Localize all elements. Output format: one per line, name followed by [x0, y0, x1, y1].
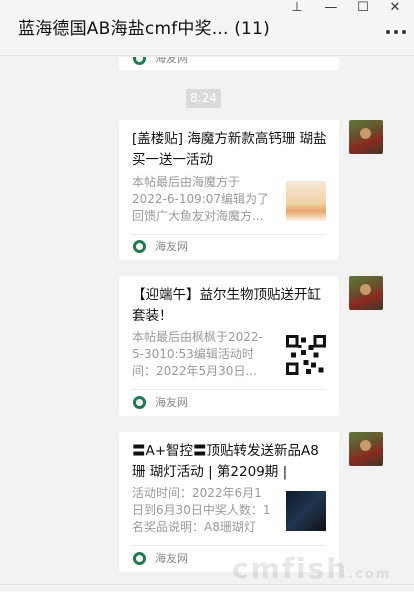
- avatar[interactable]: [349, 276, 383, 310]
- source-label: 海友网: [155, 240, 188, 253]
- source-icon: [133, 552, 146, 565]
- card-description: 本帖最后由海魔方于2022-6-109:07编辑为了回馈广大鱼友对海魔方...: [132, 175, 270, 223]
- chat-area: 海友网 8:24 [盖楼贴] 海魔方新款高钙珊 瑚盐买一送一活动 本帖最后由海魔…: [0, 57, 414, 592]
- bottom-divider: [0, 584, 414, 585]
- card-description: 本帖最后由枫枫于2022-5-3010:53编辑活动时间：2022年5月30日.…: [132, 330, 263, 378]
- chat-title: 蓝海德国AB海盐cmf中奖... (11): [18, 19, 270, 39]
- link-card-partial[interactable]: 海友网: [119, 57, 339, 70]
- source-icon: [133, 396, 146, 409]
- source-icon: [133, 240, 146, 253]
- lamp-photo-thumbnail: [286, 491, 326, 531]
- more-icon[interactable]: [386, 24, 406, 40]
- card-headline: [盖楼贴] 海魔方新款高钙珊 瑚盐买一送一活动: [132, 131, 327, 168]
- source-label: 海友网: [155, 552, 188, 565]
- timestamp: 8:24: [186, 89, 221, 108]
- maximize-icon[interactable]: ☐: [352, 0, 374, 16]
- card-description: 活动时间：2022年6月1日到6月30日中奖人数：1名奖品说明：A8珊瑚灯一..…: [132, 486, 271, 534]
- product-photo-thumbnail: [286, 181, 326, 221]
- qr-code-thumbnail: [286, 335, 326, 375]
- close-icon[interactable]: ✕: [384, 0, 406, 16]
- card-headline: 〓A+智控〓顶贴转发送新品A8 珊 瑚灯活动 | 第2209期 |: [132, 443, 319, 480]
- avatar[interactable]: [349, 432, 383, 466]
- link-card[interactable]: 〓A+智控〓顶贴转发送新品A8 珊 瑚灯活动 | 第2209期 | 活动时间：2…: [119, 432, 339, 572]
- window-titlebar: 蓝海德国AB海盐cmf中奖... (11) ⊥ — ☐ ✕: [0, 0, 414, 56]
- source-icon: [133, 57, 146, 65]
- source-label: 海友网: [155, 57, 188, 65]
- watermark: cmfish.com: [232, 552, 392, 585]
- avatar[interactable]: [349, 120, 383, 154]
- link-card[interactable]: [盖楼贴] 海魔方新款高钙珊 瑚盐买一送一活动 本帖最后由海魔方于2022-6-…: [119, 120, 339, 260]
- link-card[interactable]: 【迎端午】益尔生物顶贴送开缸套装！ 本帖最后由枫枫于2022-5-3010:53…: [119, 276, 339, 416]
- divider: [132, 545, 326, 546]
- divider: [132, 234, 326, 235]
- source-label: 海友网: [155, 396, 188, 409]
- card-headline: 【迎端午】益尔生物顶贴送开缸套装！: [132, 287, 321, 324]
- pin-icon[interactable]: ⊥: [286, 0, 308, 16]
- minimize-icon[interactable]: —: [320, 0, 342, 16]
- divider: [132, 389, 326, 390]
